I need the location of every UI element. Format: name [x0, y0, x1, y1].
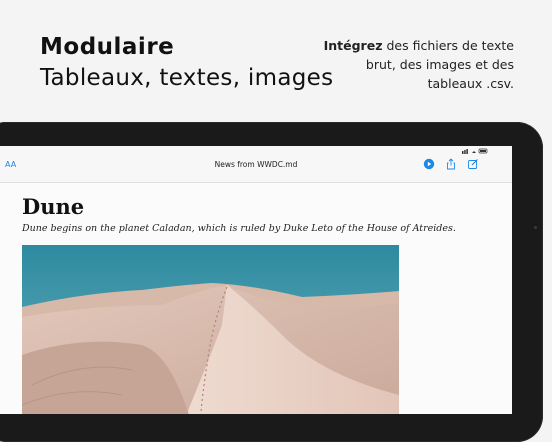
play-icon[interactable] — [423, 158, 435, 170]
promo-subtitle: Tableaux, textes, images — [40, 65, 334, 91]
app-screen: AA News from WWDC.md Dune Dune begins on… — [0, 146, 512, 414]
document-lead: Dune begins on the planet Caladan, which… — [22, 223, 456, 234]
status-icons — [462, 148, 488, 154]
share-icon[interactable] — [445, 158, 457, 170]
edit-icon[interactable] — [467, 158, 479, 170]
camera-dot — [534, 226, 537, 229]
toolbar: AA News from WWDC.md — [0, 146, 512, 183]
desert-photo — [22, 245, 399, 414]
document-heading: Dune — [22, 194, 85, 219]
promo-title: Modulaire — [40, 34, 175, 60]
document-title: News from WWDC.md — [214, 160, 298, 169]
blurb-bold: Intégrez — [323, 38, 383, 53]
blurb-text: des fichiers de texte brut, des images e… — [365, 38, 514, 91]
promo-blurb: Intégrez des fichiers de texte brut, des… — [314, 36, 514, 93]
